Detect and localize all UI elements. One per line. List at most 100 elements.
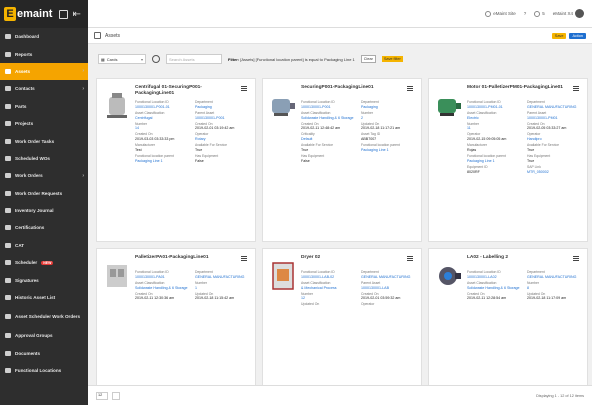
grid-menu-icon[interactable]	[59, 9, 69, 19]
sidebar-item-scheduler[interactable]: Scheduler NEW	[0, 254, 88, 271]
page-nav-button[interactable]	[112, 391, 120, 400]
help-button[interactable]: ?	[524, 11, 527, 16]
field-value[interactable]: Handlpro	[527, 137, 581, 141]
field-value[interactable]: 1000130001-LAB-02	[301, 275, 355, 279]
field-value[interactable]: Centrifugal	[135, 116, 189, 120]
sidebar-item-contacts[interactable]: Contacts ›	[0, 80, 88, 97]
page-size-select[interactable]: 12	[96, 391, 108, 400]
field-value[interactable]: Solidwaste Handling & 6 Storage	[135, 286, 189, 290]
asset-thumbnail[interactable]	[103, 91, 131, 123]
card-menu-icon[interactable]	[407, 86, 413, 91]
asset-card-title[interactable]: Motor 01-PalletizerPM01-PackagingLine01	[467, 85, 571, 91]
field-value[interactable]: 1000130001-LA02	[467, 275, 521, 279]
asset-card-title[interactable]: SecuringP001-PackagingLine01	[301, 85, 405, 91]
asset-field: Updated On 2019-02-18 11:17:09 am	[527, 292, 581, 301]
sidebar-item-label: Scheduler	[15, 260, 38, 266]
card-menu-icon[interactable]	[407, 256, 413, 261]
sidebar-item-signatures[interactable]: Signatures	[0, 271, 88, 288]
card-menu-icon[interactable]	[241, 86, 247, 91]
sidebar-item-asset-scheduler-work-orders[interactable]: Asset Scheduler Work Orders	[0, 306, 88, 327]
sidebar-item-historic-asset-list[interactable]: Historic Asset List	[0, 289, 88, 306]
asset-field: Department GENERAL MANUFACTURING	[195, 270, 249, 279]
save-button[interactable]: Save	[551, 32, 567, 39]
sidebar-item-documents[interactable]: Documents	[0, 345, 88, 362]
field-value[interactable]: GENERAL MANUFACTURING	[361, 275, 415, 279]
field-value[interactable]: 1000130001-PM01-01	[467, 105, 521, 109]
sidebar-item-functional-locations[interactable]: Functional Locations	[0, 362, 88, 379]
field-value[interactable]: 14	[135, 126, 189, 130]
sidebar-item-projects[interactable]: Projects	[0, 115, 88, 132]
field-value[interactable]: 1000130001-PM01	[527, 116, 581, 120]
save-filter-button[interactable]: Save filter	[381, 56, 403, 62]
field-value[interactable]: 11	[467, 126, 521, 130]
asset-card[interactable]: SecuringP001-PackagingLine01 Functional L…	[262, 78, 422, 242]
sync-button[interactable]: 5	[534, 10, 545, 17]
asset-card[interactable]: Dryer 02 Functional Location ID 1000130001…	[262, 248, 422, 405]
view-select[interactable]: ▦ Cards ▾	[98, 54, 146, 64]
card-menu-icon[interactable]	[241, 256, 247, 261]
sidebar-item-work-order-tasks[interactable]: Work Order Tasks	[0, 132, 88, 149]
asset-card-title[interactable]: LA02 - Labelling 2	[467, 255, 571, 261]
asset-card[interactable]: Centrifugal 01-SecuringP001-PackagingLin…	[96, 78, 256, 242]
asset-thumbnail[interactable]	[435, 261, 463, 293]
sidebar-item-label: Dashboard	[15, 34, 39, 40]
field-value[interactable]: Packaging Line 1	[361, 148, 415, 152]
field-value[interactable]: Electric	[467, 116, 521, 120]
field-value[interactable]: 1	[195, 286, 249, 290]
sidebar-item-work-order-requests[interactable]: Work Order Requests	[0, 185, 88, 202]
field-value[interactable]: 8	[527, 286, 581, 290]
field-value[interactable]: Rotary	[195, 137, 249, 141]
sidebar-item-dashboard[interactable]: Dashboard	[0, 28, 88, 45]
field-value[interactable]: Packaging Line 1	[467, 159, 521, 163]
search-input[interactable]: Search Assets	[166, 54, 222, 64]
sidebar-item-parts[interactable]: Parts	[0, 98, 88, 115]
field-value[interactable]: 1000130001-P001-01	[135, 105, 189, 109]
card-menu-icon[interactable]	[573, 86, 579, 91]
sidebar-item-label: Documents	[15, 350, 41, 356]
clear-filter-button[interactable]: Clear	[360, 55, 376, 63]
field-value[interactable]: GENERAL MANUFACTURING	[527, 275, 581, 279]
field-value[interactable]: Solidwaste Handling & 6 Storage	[467, 286, 521, 290]
field-value[interactable]: 1000130001-P001	[301, 105, 355, 109]
sidebar-item-cat[interactable]: CAT	[0, 237, 88, 254]
asset-card[interactable]: LA02 - Labelling 2 Functional Location ID…	[428, 248, 588, 405]
field-value[interactable]: & Mechanical Process	[301, 286, 355, 290]
account-menu[interactable]: eMaint X4	[553, 9, 584, 18]
field-value[interactable]: Packaging	[195, 105, 249, 109]
field-value[interactable]: GENERAL MANUFACTURING	[527, 105, 581, 109]
field-value[interactable]: GENERAL MANUFACTURING	[195, 275, 249, 279]
field-value[interactable]: 1000130001-P001	[195, 116, 249, 120]
sidebar-item-scheduled-wos[interactable]: Scheduled WOs	[0, 150, 88, 167]
user-menu[interactable]: eMaint Site	[485, 10, 516, 17]
field-value[interactable]: Solidwaste Handling & 6 Storage	[301, 116, 355, 120]
asset-card-title[interactable]: Dryer 02	[301, 255, 405, 261]
asset-card-title[interactable]: PalletizerPA01-PackagingLine01	[135, 255, 239, 261]
field-value[interactable]: Packaging	[361, 105, 415, 109]
card-menu-icon[interactable]	[573, 256, 579, 261]
asset-thumbnail[interactable]	[269, 261, 297, 293]
action-button[interactable]: Action	[569, 32, 586, 39]
sidebar-item-approval-groups[interactable]: Approval Groups	[0, 327, 88, 344]
field-value[interactable]: 12	[301, 296, 355, 300]
sidebar-item-inventory-journal[interactable]: Inventory Journal	[0, 202, 88, 219]
asset-card-title[interactable]: Centrifugal 01-SecuringP001-PackagingLin…	[135, 85, 239, 97]
asset-card[interactable]: Motor 01-PalletizerPM01-PackagingLine01 F…	[428, 78, 588, 242]
field-value[interactable]: MTR_050002	[527, 170, 581, 174]
asset-card[interactable]: PalletizerPA01-PackagingLine01 Functional…	[96, 248, 256, 405]
sidebar-item-reports[interactable]: Reports	[0, 45, 88, 62]
asset-field: Updated On 2019-02-18 11:15:42 am	[195, 292, 249, 301]
field-value[interactable]: 1000130001-LAB	[361, 286, 415, 290]
asset-thumbnail[interactable]	[269, 91, 297, 123]
field-value[interactable]: Packaging Line 1	[135, 159, 189, 163]
field-value[interactable]: 1000130001-PA01	[135, 275, 189, 279]
logo-mark: E	[4, 7, 16, 21]
sidebar-item-work-orders[interactable]: Work Orders ›	[0, 167, 88, 184]
sidebar-item-certifications[interactable]: Certifications	[0, 219, 88, 236]
collapse-icon[interactable]: ⇤	[72, 9, 80, 20]
asset-thumbnail[interactable]	[103, 261, 131, 293]
sidebar-item-assets[interactable]: Assets ›	[0, 62, 88, 81]
gear-icon[interactable]	[152, 55, 160, 63]
field-value[interactable]: 2	[361, 116, 415, 120]
field-value[interactable]: Default	[301, 137, 355, 141]
asset-thumbnail[interactable]	[435, 91, 463, 123]
